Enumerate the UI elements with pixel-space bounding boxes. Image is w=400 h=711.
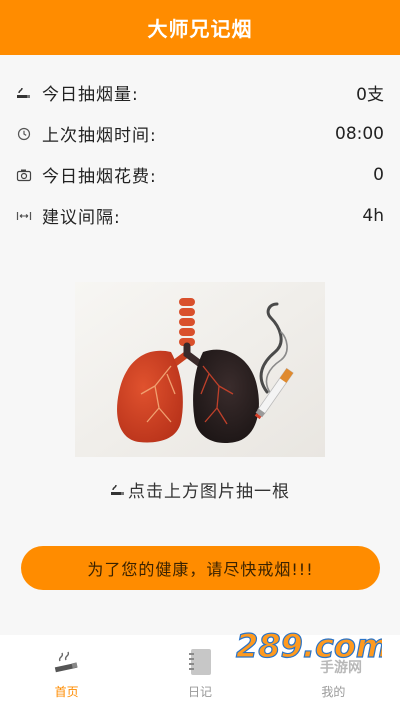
stat-value: 4h bbox=[362, 205, 384, 226]
tab-home[interactable]: 首页 bbox=[0, 635, 133, 711]
home-cigarette-icon bbox=[52, 647, 82, 677]
clock-icon bbox=[16, 126, 32, 142]
smoke-hint: 点击上方图片抽一根 bbox=[0, 477, 400, 502]
quit-smoking-banner[interactable]: 为了您的健康，请尽快戒烟!!! bbox=[21, 546, 380, 590]
quit-smoking-banner-text: 为了您的健康，请尽快戒烟!!! bbox=[87, 560, 314, 579]
tab-label: 首页 bbox=[54, 685, 79, 699]
app-header: 大师兄记烟 bbox=[0, 0, 400, 55]
camera-icon bbox=[16, 167, 32, 183]
stat-row-today-count: 今日抽烟量: 0支 bbox=[0, 72, 400, 113]
cigarette-icon bbox=[16, 85, 32, 101]
app-title: 大师兄记烟 bbox=[147, 17, 253, 41]
stats-panel: 今日抽烟量: 0支 上次抽烟时间: 08:00 今日抽烟花费: 0 建议间隔: … bbox=[0, 72, 400, 236]
stat-label: 今日抽烟花费: bbox=[42, 167, 157, 187]
stat-value: 08:00 bbox=[335, 123, 384, 144]
diary-icon bbox=[185, 647, 215, 677]
stat-row-today-cost: 今日抽烟花费: 0 bbox=[0, 154, 400, 195]
tab-label: 日记 bbox=[187, 685, 212, 699]
cigarette-icon bbox=[110, 483, 126, 497]
stat-label: 建议间隔: bbox=[42, 208, 121, 228]
stat-label: 今日抽烟量: bbox=[42, 85, 139, 105]
smoke-hint-text: 点击上方图片抽一根 bbox=[128, 482, 290, 502]
app-root: 大师兄记烟 今日抽烟量: 0支 上次抽烟时间: 08:00 今日抽烟花费: 0 … bbox=[0, 0, 400, 711]
tab-label: 我的 bbox=[321, 685, 346, 699]
smoke-lungs-image-button[interactable] bbox=[75, 282, 325, 457]
stat-value: 0 bbox=[373, 164, 384, 185]
stat-row-interval: 建议间隔: 4h bbox=[0, 195, 400, 236]
site-watermark: 289.com 手游网 bbox=[232, 625, 392, 681]
watermark-subtext: 手游网 bbox=[320, 660, 362, 676]
interval-icon bbox=[16, 208, 32, 224]
stat-value: 0支 bbox=[356, 85, 384, 105]
lungs-illustration bbox=[75, 282, 325, 457]
stat-label: 上次抽烟时间: bbox=[42, 126, 157, 146]
stat-row-last-time: 上次抽烟时间: 08:00 bbox=[0, 113, 400, 154]
